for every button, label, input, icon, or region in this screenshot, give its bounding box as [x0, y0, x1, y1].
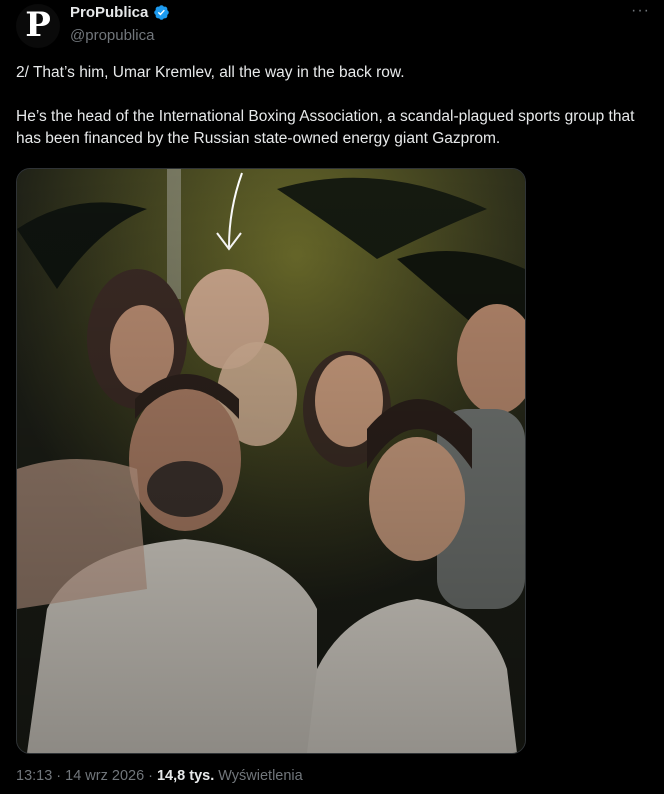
views-label: Wyświetlenia: [218, 768, 303, 784]
more-options-icon[interactable]: ···: [631, 2, 650, 20]
avatar[interactable]: P: [16, 4, 60, 48]
meta-separator: ·: [56, 768, 62, 784]
tweet-text: 2/ That’s him, Umar Kremlev, all the way…: [16, 64, 635, 147]
meta-separator: ·: [148, 768, 153, 784]
display-name[interactable]: ProPublica: [70, 4, 148, 21]
tweet-photo[interactable]: [16, 168, 526, 754]
tweet-date[interactable]: 14 wrz 2026: [65, 768, 144, 784]
photo-illustration: [17, 169, 525, 753]
tweet-time[interactable]: 13:13: [16, 768, 52, 784]
verified-badge-icon[interactable]: [153, 4, 170, 21]
avatar-letter: P: [25, 5, 51, 45]
author-name-row: ProPublica: [70, 4, 170, 21]
handle[interactable]: @propublica: [70, 27, 154, 44]
tweet-meta: 13:13 · 14 wrz 2026 · 14,8 tys. Wyświetl…: [16, 768, 303, 784]
views-count[interactable]: 14,8 tys.: [157, 768, 214, 784]
